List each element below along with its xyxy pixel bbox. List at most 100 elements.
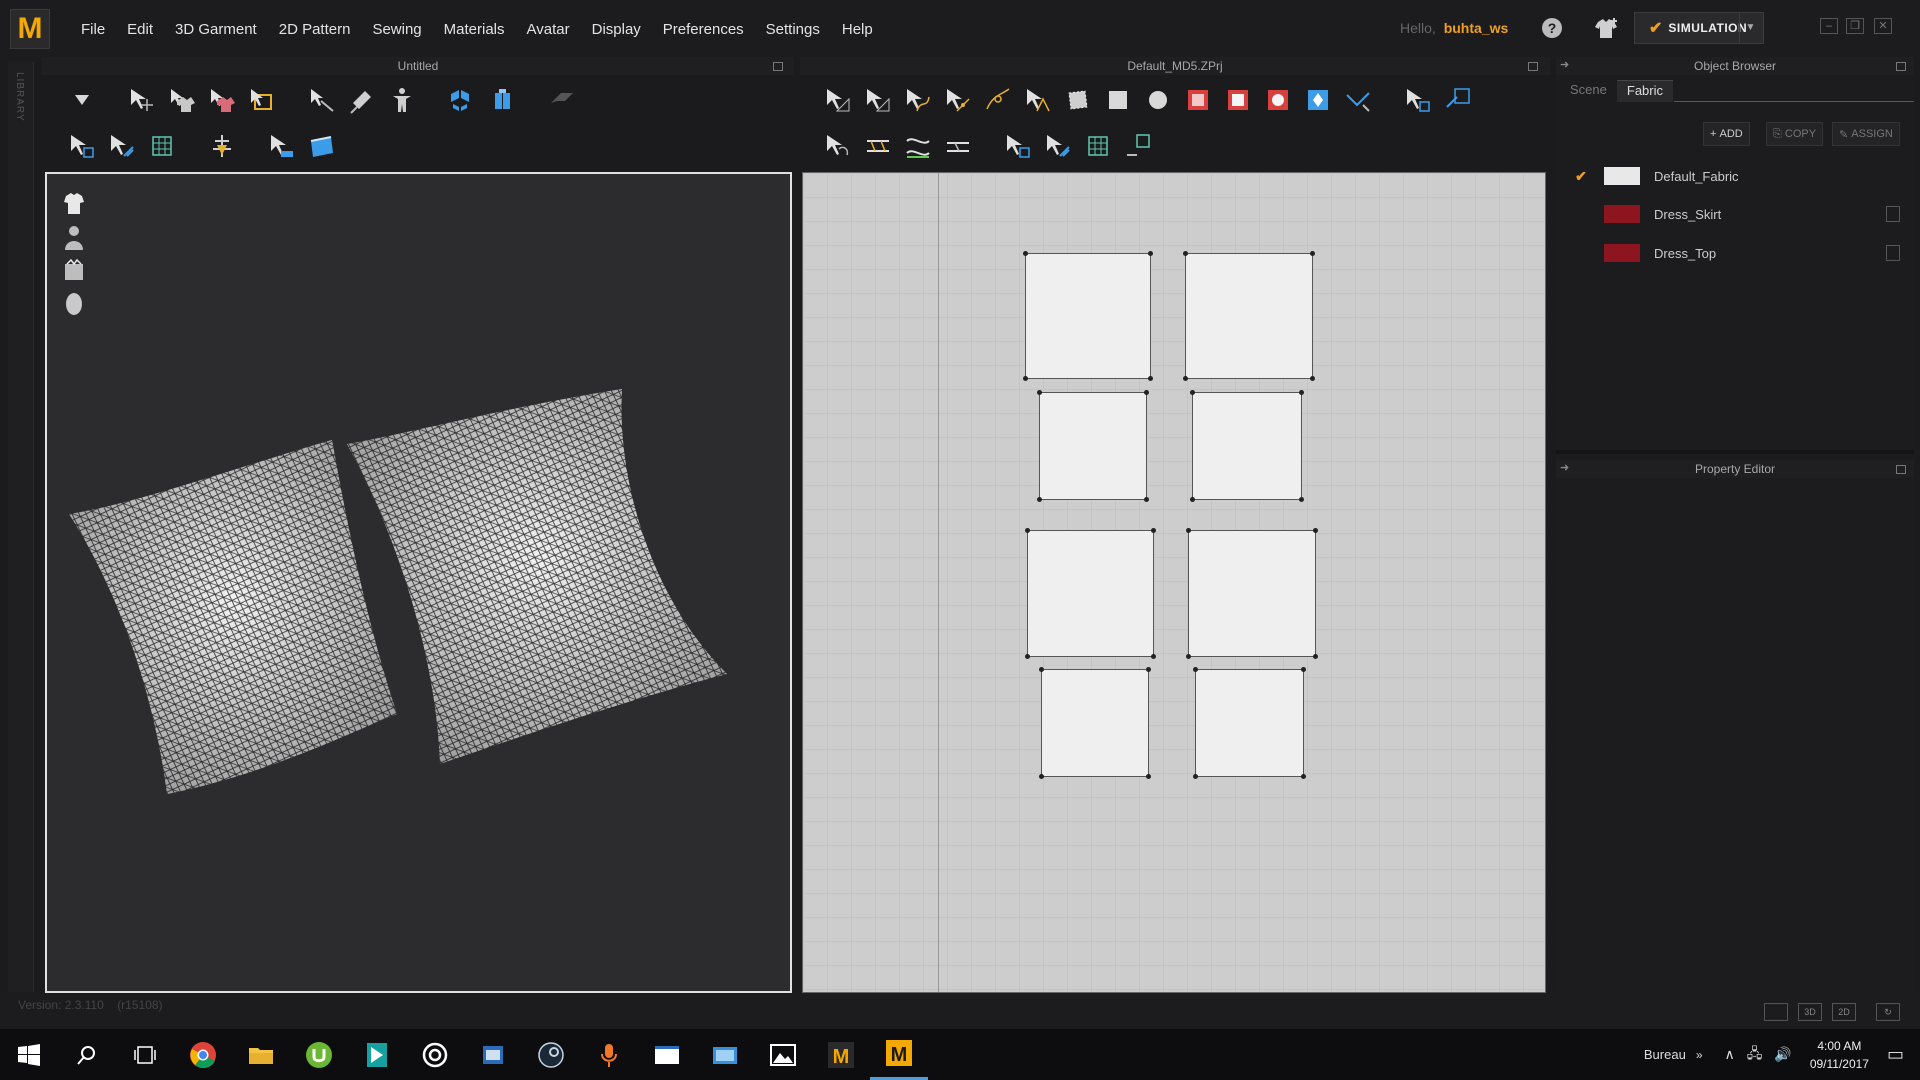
fold-tool-icon[interactable] xyxy=(264,128,300,164)
photos-icon[interactable] xyxy=(754,1029,812,1080)
pattern-piece[interactable] xyxy=(1186,528,1318,659)
polygon-tool-icon[interactable] xyxy=(1060,82,1096,118)
start-windows-icon[interactable] xyxy=(0,1029,58,1080)
transform-pattern-tool-icon[interactable] xyxy=(820,82,856,118)
split-line-tool-icon[interactable] xyxy=(1020,82,1056,118)
property-editor-pin-icon[interactable]: ➜ xyxy=(1560,461,1569,474)
delete-fabric-icon[interactable] xyxy=(1886,206,1900,222)
select-texture-tool-icon[interactable] xyxy=(1000,128,1036,164)
tray-chevron-up-icon[interactable]: ∧ xyxy=(1725,1046,1735,1063)
transform-tool-icon[interactable] xyxy=(544,82,580,118)
view-2d-button[interactable]: 2D xyxy=(1832,1003,1856,1021)
edit-sewing-tool-icon[interactable] xyxy=(820,128,856,164)
select-move-tool-icon[interactable] xyxy=(124,82,160,118)
arrangement-box-tool-icon[interactable] xyxy=(484,82,520,118)
notification-icon[interactable]: ▭ xyxy=(1887,1044,1904,1065)
split-view-button[interactable] xyxy=(1764,1003,1788,1021)
username[interactable]: buhta_ws xyxy=(1444,20,1509,36)
refresh-view-icon[interactable]: ↻ xyxy=(1876,1003,1900,1021)
garment-icon[interactable] xyxy=(1593,16,1619,40)
marvelous-designer-active-icon[interactable]: M xyxy=(870,1029,928,1080)
simulation-dropdown-icon[interactable]: ▼ xyxy=(1739,13,1761,43)
menu-settings[interactable]: Settings xyxy=(755,21,831,38)
restore-icon[interactable]: ❐ xyxy=(1846,18,1864,34)
document-app-icon[interactable] xyxy=(464,1029,522,1080)
library-strip[interactable] xyxy=(8,62,34,992)
pin-tool-icon[interactable] xyxy=(344,82,380,118)
media-player-icon[interactable] xyxy=(406,1029,464,1080)
clock[interactable]: 4:00 AM 09/11/2017 xyxy=(1810,1037,1869,1073)
menu-sewing[interactable]: Sewing xyxy=(361,21,432,38)
pattern-piece[interactable] xyxy=(1183,251,1315,381)
view-3d-button[interactable]: 3D xyxy=(1798,1003,1822,1021)
fold-garment-tool-icon[interactable] xyxy=(204,82,240,118)
close-icon[interactable]: ✕ xyxy=(1874,18,1892,34)
chrome-icon[interactable] xyxy=(174,1029,232,1080)
rotate-texture-tool-icon[interactable] xyxy=(1120,128,1156,164)
fabric-swatch[interactable] xyxy=(1604,167,1640,185)
menu-materials[interactable]: Materials xyxy=(433,21,516,38)
internal-polygon-tool-icon[interactable] xyxy=(1180,82,1216,118)
control-panel-icon[interactable] xyxy=(696,1029,754,1080)
menu-display[interactable]: Display xyxy=(581,21,652,38)
rectangle-tool-icon[interactable] xyxy=(1100,82,1136,118)
segment-sewing-tool-icon[interactable] xyxy=(860,128,896,164)
viewport-3d[interactable] xyxy=(45,172,792,993)
free-sewing-tool-icon[interactable] xyxy=(900,128,936,164)
task-view-icon[interactable] xyxy=(116,1029,174,1080)
select-mesh-tool-icon[interactable] xyxy=(164,82,200,118)
desktop-toolbar-label[interactable]: Bureau xyxy=(1644,1047,1686,1062)
toolbar-expand-icon[interactable]: » xyxy=(1696,1048,1703,1062)
edit-points-tool-icon[interactable] xyxy=(304,82,340,118)
fold-sewing-tool-icon[interactable] xyxy=(940,128,976,164)
menu-edit[interactable]: Edit xyxy=(116,21,164,38)
pattern-piece[interactable] xyxy=(1037,390,1149,502)
internal-circle-tool-icon[interactable] xyxy=(1260,82,1296,118)
menu-preferences[interactable]: Preferences xyxy=(652,21,755,38)
property-editor-undock-icon[interactable] xyxy=(1896,465,1906,474)
minimize-icon[interactable]: – xyxy=(1820,18,1838,34)
edit-pattern-tool-icon[interactable] xyxy=(860,82,896,118)
object-browser-pin-icon[interactable]: ➜ xyxy=(1560,58,1569,71)
help-icon[interactable]: ? xyxy=(1542,18,1562,38)
circle-tool-icon[interactable] xyxy=(1140,82,1176,118)
app-icon-teal[interactable] xyxy=(348,1029,406,1080)
viewport2d-undock-icon[interactable] xyxy=(1528,62,1538,71)
add-point-tool-icon[interactable] xyxy=(980,82,1016,118)
trace-tool-icon[interactable] xyxy=(1340,82,1376,118)
edit-texture-tool-icon[interactable] xyxy=(104,128,140,164)
seamline-tool-icon[interactable] xyxy=(304,128,340,164)
simulation-button[interactable]: ✔ SIMULATION ▼ xyxy=(1634,12,1764,44)
edit-texture-2d-tool-icon[interactable] xyxy=(1400,82,1436,118)
fabric-swatch[interactable] xyxy=(1604,205,1640,223)
transform-texture-tool-icon[interactable] xyxy=(1440,82,1476,118)
pillow-garment-mesh[interactable] xyxy=(47,174,790,991)
arrangement-points-tool-icon[interactable] xyxy=(444,82,480,118)
edit-graphic-tool-icon[interactable] xyxy=(1040,128,1076,164)
copy-fabric-button[interactable]: ⎘ COPY xyxy=(1766,122,1824,146)
menu-file[interactable]: File xyxy=(70,21,116,38)
search-icon[interactable] xyxy=(58,1029,116,1080)
panel-divider[interactable] xyxy=(1556,450,1914,454)
fabric-row-dress-skirt[interactable]: Dress_Skirt xyxy=(1566,199,1906,229)
pattern-piece[interactable] xyxy=(1025,528,1156,659)
avatar-pose-tool-icon[interactable] xyxy=(384,82,420,118)
select-sew-tool-icon[interactable] xyxy=(64,128,100,164)
edit-curvature-tool-icon[interactable] xyxy=(900,82,936,118)
pattern-piece[interactable] xyxy=(1039,667,1151,779)
add-fabric-button[interactable]: + ADD xyxy=(1703,122,1750,146)
pattern-piece[interactable] xyxy=(1023,251,1153,381)
tab-scene[interactable]: Scene xyxy=(1560,80,1617,102)
microphone-app-icon[interactable] xyxy=(580,1029,638,1080)
object-browser-undock-icon[interactable] xyxy=(1896,62,1906,71)
fabric-row-dress-top[interactable]: Dress_Top xyxy=(1566,238,1906,268)
edit-curve-point-tool-icon[interactable] xyxy=(940,82,976,118)
volume-icon[interactable]: 🔊 xyxy=(1774,1046,1791,1063)
steam-icon[interactable] xyxy=(522,1029,580,1080)
menu-avatar[interactable]: Avatar xyxy=(516,21,581,38)
window-app-icon[interactable] xyxy=(638,1029,696,1080)
menu-2d-pattern[interactable]: 2D Pattern xyxy=(268,21,362,38)
garment-box-tool-icon[interactable] xyxy=(244,82,280,118)
menu-help[interactable]: Help xyxy=(831,21,884,38)
fabric-row-default[interactable]: ✔ Default_Fabric xyxy=(1566,161,1906,191)
